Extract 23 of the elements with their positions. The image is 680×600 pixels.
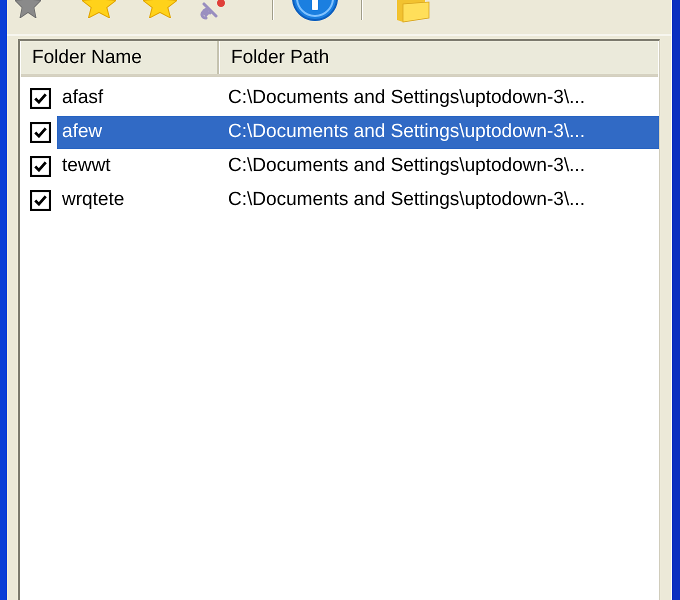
folder-name: wrqtete: [61, 189, 126, 211]
star-icon[interactable]: [15, 0, 41, 18]
column-header[interactable]: Folder Path: [219, 41, 658, 74]
checkbox[interactable]: [30, 88, 51, 108]
folder-path: C:\Documents and Settings\uptodown-3\...: [228, 189, 586, 211]
list-row[interactable]: afew C:\Documents and Settings\uptodown-3\...: [57, 116, 659, 148]
folder-name: afasf: [61, 87, 104, 109]
folder-name: tewwt: [61, 155, 112, 177]
folder-path: C:\Documents and Settings\uptodown-3\...: [228, 87, 586, 109]
checkbox[interactable]: [30, 190, 51, 210]
info-icon[interactable]: [290, 0, 340, 22]
star-icon[interactable]: [82, 0, 116, 18]
list-row[interactable]: tewwt C:\Documents and Settings\uptodown-3\...: [57, 150, 659, 182]
list-row[interactable]: wrqtete C:\Documents and Settings\uptodown-3\...: [57, 184, 659, 216]
folder-name: afew: [61, 121, 104, 143]
star-icon[interactable]: [143, 0, 177, 18]
list-row[interactable]: afasf C:\Documents and Settings\uptodown-3\...: [57, 82, 659, 114]
checkbox[interactable]: [30, 156, 51, 176]
column-header[interactable]: Folder Name: [21, 41, 219, 74]
folder-path: C:\Documents and Settings\uptodown-3\...: [228, 121, 586, 143]
checkbox[interactable]: [30, 122, 51, 142]
folder-path: C:\Documents and Settings\uptodown-3\...: [228, 155, 586, 177]
wrench-icon[interactable]: [200, 0, 226, 20]
